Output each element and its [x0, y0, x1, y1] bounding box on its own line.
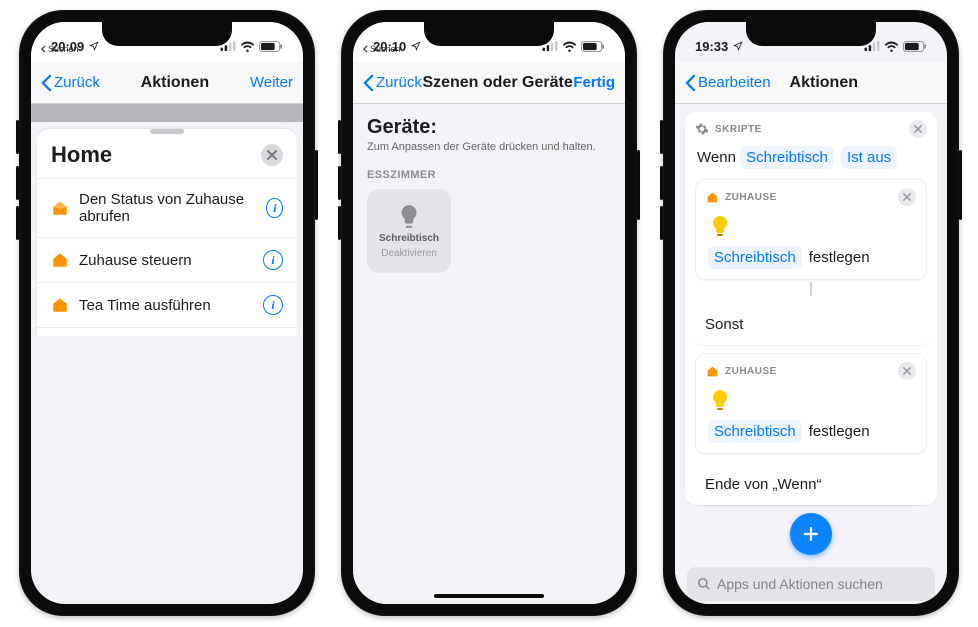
- close-sheet-button[interactable]: [261, 144, 283, 166]
- home-icon: [51, 296, 69, 314]
- if-condition[interactable]: Ist aus: [841, 146, 897, 169]
- back-button[interactable]: Zurück: [41, 74, 100, 92]
- card-header: ZUHAUSE: [725, 192, 777, 203]
- chevron-left-icon: [363, 74, 374, 92]
- bulb-icon: [708, 388, 732, 412]
- list-item-label: Den Status von Zuhause abrufen: [79, 191, 256, 225]
- notch: [746, 22, 876, 46]
- script-card[interactable]: SKRIPTE Wenn Schreibtisch Ist aus: [685, 112, 937, 505]
- search-input[interactable]: Apps und Aktionen suchen: [687, 567, 935, 601]
- chevron-left-icon: [41, 45, 46, 53]
- home-action-card[interactable]: ZUHAUSE Schreibtisch festlegen: [695, 353, 927, 454]
- list-item-label: Tea Time ausführen: [79, 297, 211, 314]
- back-to-app[interactable]: Suchen: [363, 44, 401, 54]
- nav-bar: Zurück Aktionen Weiter: [31, 62, 303, 104]
- endif-row[interactable]: Ende von „Wenn“: [691, 464, 931, 505]
- list-item[interactable]: Den Status von Zuhause abrufen i: [37, 178, 297, 237]
- content: SKRIPTE Wenn Schreibtisch Ist aus: [675, 104, 947, 604]
- screen: 20:09 Suchen Zurück Aktionen Weiter: [31, 22, 303, 604]
- if-label: Wenn: [697, 149, 736, 166]
- nav-bar: Bearbeiten Aktionen: [675, 62, 947, 104]
- home-icon: [706, 191, 719, 204]
- card-header: ZUHAUSE: [725, 366, 777, 377]
- action-verb: festlegen: [809, 249, 870, 266]
- remove-card-button[interactable]: [898, 188, 916, 206]
- action-target[interactable]: Schreibtisch: [708, 420, 802, 443]
- nav-title: Aktionen: [790, 74, 858, 92]
- wifi-icon: [240, 41, 255, 52]
- home-icon: [706, 365, 719, 378]
- chevron-left-icon: [41, 74, 52, 92]
- back-to-app[interactable]: Suchen: [41, 44, 79, 54]
- close-icon: [267, 150, 277, 160]
- connector-line: [810, 282, 812, 296]
- page-heading: Geräte:: [367, 116, 611, 139]
- wifi-icon: [562, 41, 577, 52]
- bulb-icon: [396, 203, 422, 229]
- plus-icon: [802, 525, 820, 543]
- chevron-left-icon: [685, 74, 696, 92]
- notch: [424, 22, 554, 46]
- close-icon: [914, 125, 922, 133]
- nav-title: Aktionen: [141, 74, 209, 92]
- close-icon: [903, 367, 911, 375]
- battery-icon: [903, 41, 927, 52]
- home-action-card[interactable]: ZUHAUSE Schreibtisch festlegen: [695, 179, 927, 280]
- list-item-label: Zuhause steuern: [79, 252, 192, 269]
- info-button[interactable]: i: [263, 250, 283, 270]
- status-time: 19:33: [695, 39, 728, 54]
- location-icon: [733, 41, 743, 51]
- page-subheading: Zum Anpassen der Geräte drücken und halt…: [367, 141, 611, 153]
- device-tile[interactable]: Schreibtisch Deaktivieren: [367, 189, 451, 273]
- done-button[interactable]: Fertig: [573, 74, 615, 91]
- home-icon: [51, 251, 69, 269]
- battery-icon: [581, 41, 605, 52]
- phone-2: 20:10 Suchen Zurück Szenen oder Geräte F…: [341, 10, 637, 616]
- sheet-grabber[interactable]: [150, 129, 184, 134]
- close-icon: [903, 193, 911, 201]
- location-icon: [411, 41, 421, 51]
- action-verb: festlegen: [809, 423, 870, 440]
- wifi-icon: [884, 41, 899, 52]
- screen: 20:10 Suchen Zurück Szenen oder Geräte F…: [353, 22, 625, 604]
- info-button[interactable]: i: [266, 198, 283, 218]
- remove-card-button[interactable]: [898, 362, 916, 380]
- list-item[interactable]: Zuhause steuern i: [37, 237, 297, 282]
- list-item[interactable]: Tea Time ausführen i: [37, 282, 297, 328]
- info-button[interactable]: i: [263, 295, 283, 315]
- search-icon: [697, 577, 711, 591]
- add-action-button[interactable]: [790, 513, 832, 555]
- card-header: SKRIPTE: [715, 124, 762, 135]
- if-variable[interactable]: Schreibtisch: [740, 146, 834, 169]
- sheet-title: Home: [51, 142, 112, 168]
- home-indicator[interactable]: [434, 594, 544, 598]
- back-button[interactable]: Zurück: [363, 74, 422, 92]
- location-icon: [89, 41, 99, 51]
- nav-title: Szenen oder Geräte: [422, 74, 572, 92]
- content: Geräte: Zum Anpassen der Geräte drücken …: [353, 104, 625, 604]
- actions-sheet: Home Den Status von Zuhause abrufen i Zu…: [37, 129, 297, 336]
- home-icon: [51, 199, 69, 217]
- nav-bar: Zurück Szenen oder Geräte Fertig: [353, 62, 625, 104]
- device-state: Deaktivieren: [381, 248, 437, 259]
- action-list: Den Status von Zuhause abrufen i Zuhause…: [37, 178, 297, 328]
- device-name: Schreibtisch: [379, 233, 439, 244]
- phone-3: 19:33 Bearbeiten Aktionen: [663, 10, 959, 616]
- content: Home Den Status von Zuhause abrufen i Zu…: [31, 104, 303, 604]
- else-row[interactable]: Sonst: [691, 304, 931, 345]
- battery-icon: [259, 41, 283, 52]
- section-label: ESSZIMMER: [367, 169, 611, 181]
- chevron-left-icon: [363, 45, 368, 53]
- search-placeholder: Apps und Aktionen suchen: [717, 576, 883, 592]
- gear-icon: [695, 122, 709, 136]
- remove-card-button[interactable]: [909, 120, 927, 138]
- action-target[interactable]: Schreibtisch: [708, 246, 802, 269]
- back-button[interactable]: Bearbeiten: [685, 74, 771, 92]
- next-button[interactable]: Weiter: [250, 74, 293, 91]
- phone-1: 20:09 Suchen Zurück Aktionen Weiter: [19, 10, 315, 616]
- screen: 19:33 Bearbeiten Aktionen: [675, 22, 947, 604]
- notch: [102, 22, 232, 46]
- bulb-icon: [708, 214, 732, 238]
